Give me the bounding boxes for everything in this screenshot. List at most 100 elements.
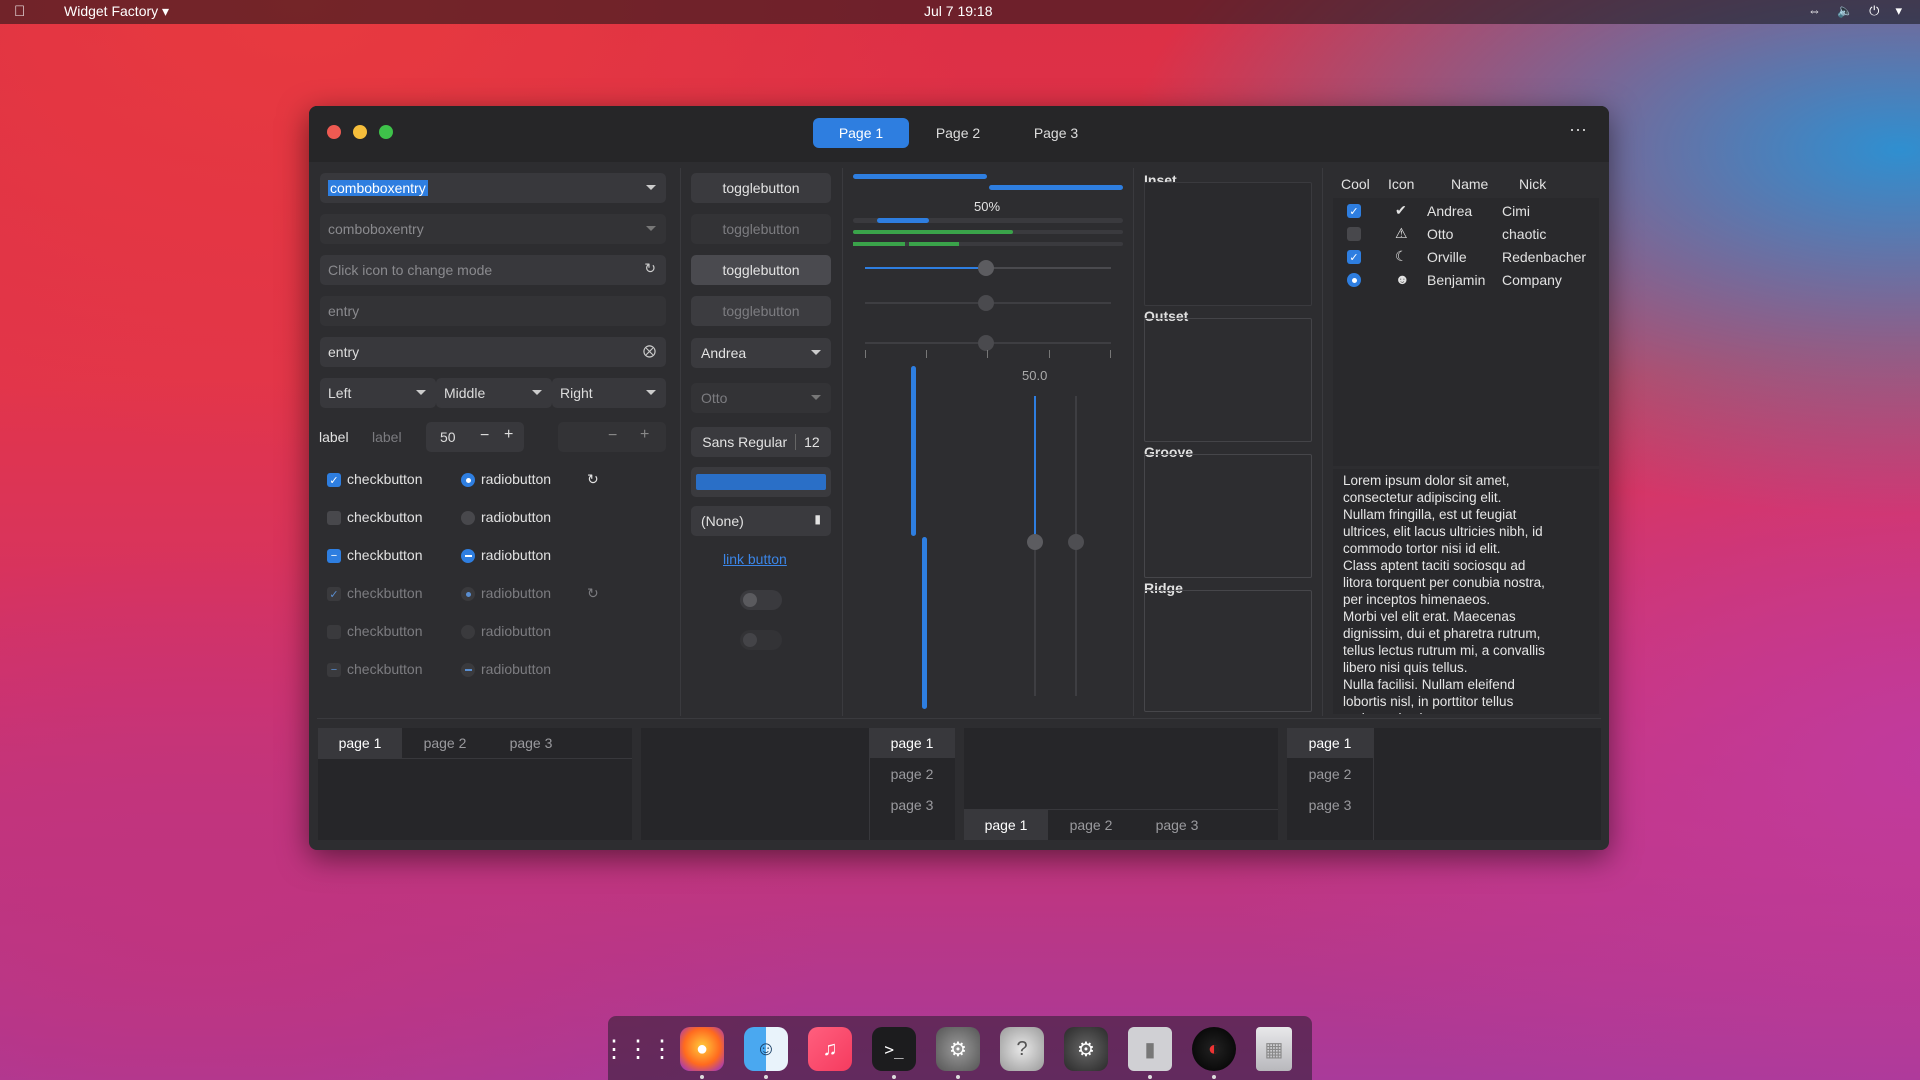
tree-view[interactable]: Cool Icon Name Nick ✓ ✔ Andrea Cimi ⚠ Ot… <box>1333 168 1599 466</box>
combo-middle[interactable]: Middle <box>436 378 552 408</box>
volume-icon[interactable]: 🔈 <box>1837 3 1853 19</box>
tab-page-3[interactable]: Page 3 <box>1007 118 1105 148</box>
minimize-button[interactable] <box>353 125 367 139</box>
notebook-tab[interactable]: page 2 <box>869 759 955 789</box>
entry-text: entry <box>328 303 360 319</box>
icon-entry[interactable]: Click icon to change mode ↻ <box>320 255 666 285</box>
settings-icon[interactable]: ⚙ <box>936 1027 980 1071</box>
tab-page-1[interactable]: Page 1 <box>813 118 909 148</box>
clear-icon[interactable]: ⨂ <box>643 343 656 359</box>
radio-mixed[interactable] <box>461 549 475 563</box>
scale-vertical-2[interactable] <box>1068 396 1084 696</box>
notebook-tab[interactable]: page 3 <box>1134 810 1220 840</box>
tree-row[interactable]: ⚠ Otto chaotic <box>1333 223 1599 246</box>
column-header-name[interactable]: Name <box>1451 176 1488 192</box>
checkbox-unchecked[interactable] <box>327 511 341 525</box>
notebook-tab[interactable]: page 1 <box>1287 728 1373 758</box>
notebook-tab[interactable]: page 1 <box>318 728 402 758</box>
radiobutton-label[interactable]: radiobutton <box>481 547 551 563</box>
minus-icon[interactable]: − <box>480 427 489 445</box>
scale-handle[interactable] <box>1068 534 1084 550</box>
tree-row[interactable]: ✓ ✔ Andrea Cimi <box>1333 200 1599 223</box>
tree-row[interactable]: ☻ Benjamin Company <box>1333 269 1599 292</box>
togglebutton-active[interactable]: togglebutton <box>691 255 831 285</box>
checkbutton-label[interactable]: checkbutton <box>347 547 423 563</box>
column-header-cool[interactable]: Cool <box>1341 176 1370 192</box>
radiobutton-label[interactable]: radiobutton <box>481 509 551 525</box>
dropdown-arrow-icon[interactable] <box>532 390 542 395</box>
system-tray[interactable]: ⇔ 🔈 ⏻ ▾ <box>1808 3 1902 19</box>
notebook-tab[interactable]: page 3 <box>488 728 574 758</box>
spin-button[interactable]: 50 − + <box>426 422 524 452</box>
speedometer-icon[interactable]: ◐ <box>1192 1027 1236 1071</box>
color-button[interactable] <box>691 467 831 497</box>
radiobutton-label[interactable]: radiobutton <box>481 471 551 487</box>
power-icon[interactable]: ⏻ <box>1869 3 1879 19</box>
help-icon[interactable]: ? <box>1000 1027 1044 1071</box>
music-icon[interactable]: ♫ <box>808 1027 852 1071</box>
combo-right[interactable]: Right <box>552 378 666 408</box>
radio-unchecked[interactable] <box>461 511 475 525</box>
dropdown-arrow-icon[interactable] <box>416 390 426 395</box>
text-view[interactable]: Lorem ipsum dolor sit amet, consectetur … <box>1333 469 1599 714</box>
firefox-icon[interactable]: ● <box>680 1027 724 1071</box>
checkbutton-label[interactable]: checkbutton <box>347 471 423 487</box>
file-chooser-button[interactable]: (None) ▮ <box>691 506 831 536</box>
maximize-button[interactable] <box>379 125 393 139</box>
trash-icon[interactable]: ▦ <box>1256 1027 1292 1071</box>
notebook-tab[interactable]: page 2 <box>1287 759 1373 789</box>
plus-icon[interactable]: + <box>504 426 513 444</box>
switch-off[interactable] <box>740 590 782 610</box>
togglebutton[interactable]: togglebutton <box>691 173 831 203</box>
dropdown-arrow-icon[interactable] <box>811 350 821 355</box>
notebook-tab[interactable]: page 3 <box>869 790 955 820</box>
scale-handle[interactable] <box>978 335 994 351</box>
notebook-tab[interactable]: page 3 <box>1287 790 1373 820</box>
scale-handle[interactable] <box>1027 534 1043 550</box>
terminal-icon[interactable]: >_ <box>872 1027 916 1071</box>
apple-icon[interactable]:  <box>14 3 25 20</box>
notebook-tab[interactable]: page 1 <box>869 728 955 758</box>
app-menu[interactable]: Widget Factory ▾ <box>64 3 169 20</box>
row-radio[interactable] <box>1347 273 1361 287</box>
dropdown-arrow-icon[interactable] <box>646 185 656 190</box>
scale-marked[interactable] <box>865 335 1111 351</box>
text-view-content: Lorem ipsum dolor sit amet, consectetur … <box>1343 473 1545 714</box>
plus-icon: + <box>640 426 650 443</box>
checkbox-checked[interactable]: ✓ <box>327 473 341 487</box>
close-button[interactable] <box>327 125 341 139</box>
checkbutton-label[interactable]: checkbutton <box>347 509 423 525</box>
dropdown-arrow-icon[interactable] <box>646 390 656 395</box>
link-button[interactable]: link button <box>723 551 787 567</box>
chevron-down-icon[interactable]: ▾ <box>1895 3 1902 19</box>
notebook-tab[interactable]: page 2 <box>402 728 488 758</box>
notebook-tab[interactable]: page 1 <box>964 810 1048 840</box>
clock[interactable]: Jul 7 19:18 <box>924 3 993 19</box>
scale-handle[interactable] <box>978 260 994 276</box>
scale-vertical[interactable] <box>1027 396 1043 696</box>
row-checkbox[interactable] <box>1347 227 1361 241</box>
finder-icon[interactable]: ☺ <box>744 1027 788 1071</box>
notebook-tab[interactable]: page 2 <box>1048 810 1134 840</box>
combo-andrea[interactable]: Andrea <box>691 338 831 368</box>
tree-row[interactable]: ✓ ☾ Orville Redenbacher <box>1333 246 1599 269</box>
system-icon[interactable]: ⚙ <box>1064 1027 1108 1071</box>
tab-page-2[interactable]: Page 2 <box>909 118 1007 148</box>
row-checkbox[interactable]: ✓ <box>1347 204 1361 218</box>
font-button[interactable]: Sans Regular 12 <box>691 427 831 457</box>
column-header-icon[interactable]: Icon <box>1388 176 1414 192</box>
column-header-nick[interactable]: Nick <box>1519 176 1546 192</box>
refresh-icon[interactable]: ↻ <box>644 260 656 277</box>
row-checkbox[interactable]: ✓ <box>1347 250 1361 264</box>
checkbox-mixed[interactable]: − <box>327 549 341 563</box>
extensions-icon[interactable]: ▮ <box>1128 1027 1172 1071</box>
combobox-entry[interactable]: comboboxentry <box>320 173 666 203</box>
entry-field[interactable]: entry ⨂ <box>320 337 666 367</box>
app-grid-icon[interactable]: ⋮⋮⋮ <box>602 1027 674 1071</box>
network-icon[interactable]: ⇔ <box>1808 3 1821 19</box>
combo-left[interactable]: Left <box>320 378 436 408</box>
radio-checked[interactable] <box>461 473 475 487</box>
more-menu-icon[interactable]: ⋯ <box>1569 120 1587 141</box>
separator <box>842 168 843 716</box>
scale-horizontal[interactable] <box>865 260 1111 276</box>
